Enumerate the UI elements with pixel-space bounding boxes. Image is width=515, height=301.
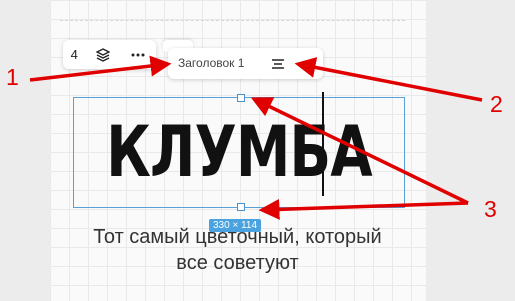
arrow-3b [258,198,469,220]
annotation-2: 2 [490,91,503,117]
annotation-1: 1 [6,64,19,90]
annotation-3: 3 [484,196,497,222]
arrow-1 [29,55,172,82]
annotation-arrows [29,55,483,220]
arrow-2 [294,57,483,102]
arrow-3a [250,97,469,205]
